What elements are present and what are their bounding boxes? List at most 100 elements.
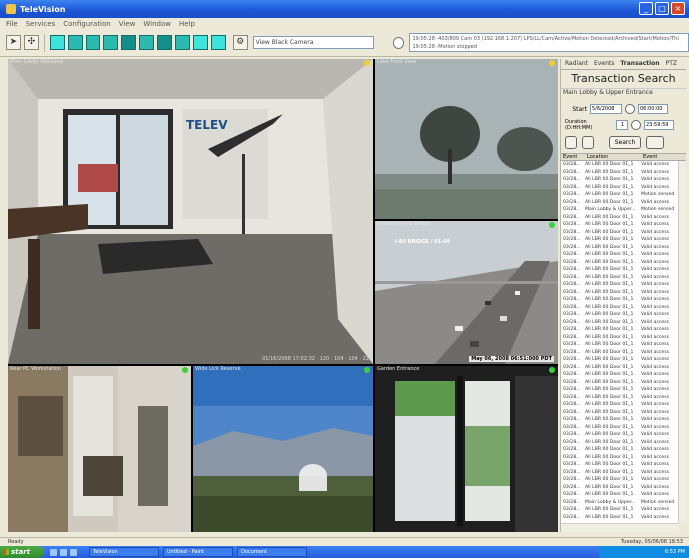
table-row[interactable]: 03/28... All LBR 00 Door 01_1 Valid access [561,439,679,447]
table-row[interactable]: 03/28... All LBR 00 Door 01_1 Valid access [561,424,679,432]
layout-2x2-icon[interactable] [67,35,83,50]
layout-1x1-icon[interactable] [49,35,65,50]
duration-time-field[interactable]: 23:59:59 [644,120,674,130]
table-row[interactable]: 03/28... All LBR 00 Door 01_1 Valid access [561,506,679,514]
video-pane-lobby[interactable]: TELEV Main Lobby Welcome 01/16/2008 17:0… [8,59,373,364]
layout-1plus7-icon[interactable] [139,35,155,50]
table-row[interactable]: 03/28... All LBR 00 Door 01_1 Valid access [561,281,679,289]
close-button[interactable]: × [671,2,685,15]
table-row[interactable]: 03/28... All LBR 00 Door 01_1 Valid access [561,229,679,237]
video-pane-office[interactable]: Rear PC Workstation [8,366,191,532]
ptz-icon[interactable]: ✣ [23,35,39,50]
duration-days-field[interactable]: 1 [616,120,628,130]
column-header[interactable]: Event [641,154,679,160]
table-row[interactable]: 03/28... All LBR 00 Door 01_1 Valid access [561,431,679,439]
vertical-scrollbar[interactable] [678,161,686,523]
table-row[interactable]: 03/28... All LBR 00 Door 01_1 Valid access [561,244,679,252]
table-row[interactable]: 03/28... All LBR 00 Door 01_1 Valid access [561,349,679,357]
table-row[interactable]: 03/28... All LBR 00 Door 01_1 Valid access [561,469,679,477]
table-row[interactable]: 03/28... All LBR 00 Door 01_1 Valid access [561,386,679,394]
camera-select[interactable]: View Black Camera [252,36,374,49]
table-row[interactable]: 03/28... All LBR 00 Door 01_1 Valid access [561,251,679,259]
table-row[interactable]: 03/28... All LBR 00 Door 01_1 Valid access [561,259,679,267]
table-row[interactable]: 03/28... All LBR 00 Door 01_1 Valid access [561,371,679,379]
prev-page-button[interactable] [565,136,577,149]
table-row[interactable]: 03/28... All LBR 00 Door 01_1 Valid access [561,401,679,409]
menu-configuration[interactable]: Configuration [63,20,110,28]
menu-view[interactable]: View [119,20,136,28]
table-row[interactable]: 03/28... All LBR 00 Door 01_1 Valid access [561,169,679,177]
fullscreen-icon[interactable] [210,35,226,50]
table-row[interactable]: 03/28... All LBR 00 Door 01_1 Valid access [561,274,679,282]
table-row[interactable]: 03/28... All LBR 00 Door 01_1 Valid access [561,394,679,402]
minimize-button[interactable]: _ [639,2,653,15]
layout-1plus12-icon[interactable] [157,35,172,50]
tab-ptz[interactable]: PTZ [666,60,677,68]
menu-file[interactable]: File [6,20,18,28]
start-date-field[interactable]: 5/6/2008 [590,104,622,114]
maximize-button[interactable]: □ [655,2,669,15]
table-row[interactable]: 03/28... All LBR 00 Door 01_1 Valid access [561,409,679,417]
table-row[interactable]: 03/28... All LBR 00 Door 01_1 Valid access [561,161,679,169]
next-page-button[interactable] [582,136,594,149]
column-header[interactable]: Location [585,154,641,160]
layout-2plus8-icon[interactable] [175,35,190,50]
start-time-field[interactable]: 06:00:00 [638,104,668,114]
layout-4x4-icon[interactable] [103,35,119,50]
table-row[interactable]: 03/28... All LBR 00 Door 01_1 Valid access [561,289,679,297]
menu-window[interactable]: Window [143,20,171,28]
table-row[interactable]: 03/28... All LBR 00 Door 01_1 Valid access [561,266,679,274]
table-row[interactable]: 03/28... All LBR 00 Door 01_1 Valid access [561,296,679,304]
table-row[interactable]: 03/28... All LBR 00 Door 01_1 Valid access [561,416,679,424]
table-row[interactable]: 03/28... All LBR 00 Door 01_1 Valid access [561,334,679,342]
camera-tools-icon[interactable]: ⚙ [232,35,248,50]
table-row[interactable]: 03/28... All LBR 00 Door 01_1 Valid access [561,304,679,312]
pointer-icon[interactable]: ➤ [6,35,21,50]
table-row[interactable]: 03/28... All LBR 00 Door 01_1 Valid access [561,454,679,462]
table-row[interactable]: 03/28... All LBR 00 Door 01_1 Valid access [561,326,679,334]
horizontal-scrollbar[interactable] [561,523,679,532]
layout-1plus5-icon[interactable] [121,35,137,50]
tab-events[interactable]: Events [594,60,614,68]
desktop-icon[interactable] [60,548,67,556]
table-row[interactable]: 03/28... All LBR 00 Door 01_1 Valid access [561,461,679,469]
search-button[interactable]: Search [609,136,641,149]
taskbar-item[interactable]: Untitled - Paint [163,547,233,557]
duration-spinner-icon[interactable] [631,120,641,130]
table-row[interactable]: 03/28... All LBR 00 Door 01_1 Valid access [561,214,679,222]
table-row[interactable]: 03/28... All LBR 00 Door 01_1 Motion sense… [561,191,679,199]
clear-button[interactable] [646,136,664,149]
table-row[interactable]: 03/28... All LBR 00 Door 01_1 Valid access [561,446,679,454]
table-row[interactable]: 03/28... All LBR 00 Door 01_1 Valid access [561,319,679,327]
table-row[interactable]: 03/28... All LBR 00 Door 01_1 Valid access [561,236,679,244]
ie-icon[interactable] [50,548,57,556]
column-header[interactable]: Event [561,154,585,160]
video-pane-lake[interactable]: Lake Front View [375,59,558,219]
table-row[interactable]: 03/28... Main Lobby & Upper... Motion sens… [561,499,679,507]
calendar-icon[interactable] [625,104,635,114]
table-row[interactable]: 03/28... Main Lobby & Upper... Motion sens… [561,206,679,214]
table-row[interactable]: 03/28... All LBR 00 Door 01_1 Valid access [561,491,679,499]
table-row[interactable]: 03/28... All LBR 00 Door 01_1 Valid access [561,311,679,319]
table-row[interactable]: 03/28... All LBR 00 Door 01_1 Valid access [561,476,679,484]
layout-custom-icon[interactable] [192,35,208,50]
video-pane-mountain[interactable]: Wide Lick Reserve [193,366,373,532]
tab-transaction[interactable]: Transaction [620,60,659,68]
video-pane-garden[interactable]: Garden Entrance [375,366,558,532]
layout-3x3-icon[interactable] [85,35,101,50]
menu-services[interactable]: Services [26,20,56,28]
table-row[interactable]: 03/28... All LBR 00 Door 01_1 Valid access [561,221,679,229]
table-row[interactable]: 03/28... All LBR 00 Door 01_1 Valid access [561,514,679,522]
menu-help[interactable]: Help [179,20,195,28]
start-button[interactable]: start [0,546,44,558]
table-row[interactable]: 03/28... All LBR 00 Door 01_1 Valid access [561,199,679,207]
media-icon[interactable] [70,548,77,556]
tab-radiant[interactable]: Radiant [565,60,588,68]
video-pane-bridge[interactable]: Interstate/I-80 Bridge I-80 BRIDGE / 01-… [375,221,558,364]
table-row[interactable]: 03/28... All LBR 00 Door 01_1 Valid access [561,356,679,364]
table-row[interactable]: 03/28... All LBR 00 Door 01_1 Valid access [561,176,679,184]
table-row[interactable]: 03/28... All LBR 00 Door 01_1 Valid access [561,379,679,387]
table-row[interactable]: 03/28... All LBR 00 Door 01_1 Valid access [561,484,679,492]
taskbar-item[interactable]: Document [237,547,307,557]
table-row[interactable]: 03/28... All LBR 00 Door 01_1 Valid access [561,184,679,192]
